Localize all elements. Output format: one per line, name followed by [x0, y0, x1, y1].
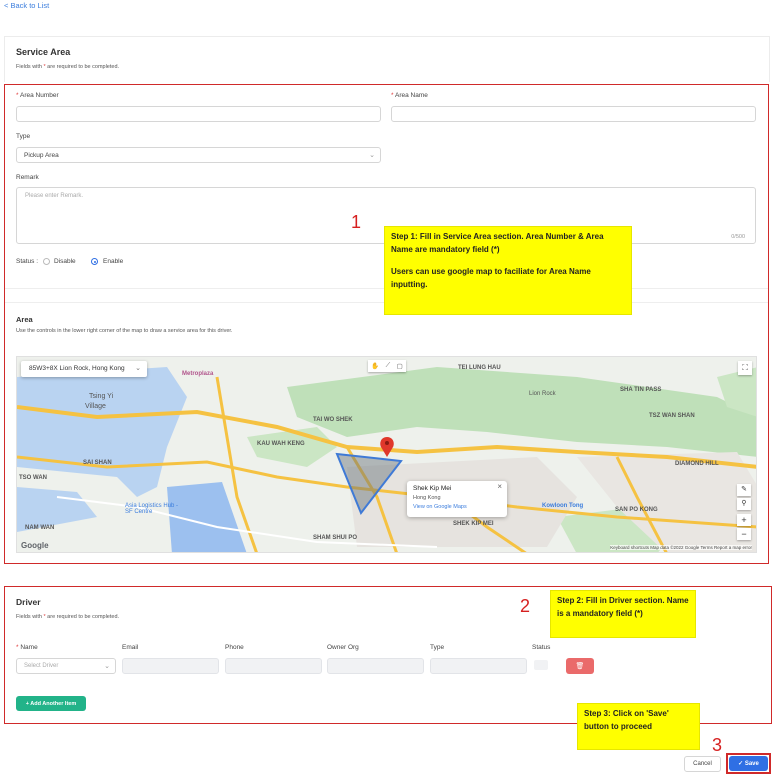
map-label: TSZ WAN SHAN — [649, 413, 695, 419]
driver-email-field — [122, 658, 219, 674]
map-label: SAI SHAN — [83, 460, 112, 466]
popup-title: Shek Kip Mei — [413, 485, 452, 492]
area-number-label: * Area Number — [16, 92, 59, 99]
fullscreen-icon[interactable]: ⛶ — [738, 361, 752, 375]
delete-driver-button[interactable]: 🗑 — [566, 658, 594, 674]
square-icon[interactable]: ▢ — [397, 362, 403, 370]
driver-subtitle: Fields with * are required to be complet… — [16, 614, 120, 620]
map-label: SHEK KIP MEI — [453, 521, 494, 527]
map-label: Metroplaza — [182, 371, 214, 377]
save-button[interactable]: ✓ Save — [729, 756, 768, 771]
polygon-icon[interactable]: ⟋ — [386, 362, 391, 370]
step1-number: 1 — [351, 212, 362, 232]
location-select-value: 85W3+8X Lion Rock, Hong Kong — [29, 365, 125, 372]
pencil-icon[interactable]: ✎ — [737, 484, 751, 496]
status-enable-radio[interactable] — [91, 258, 98, 265]
map-label: Tsing Yi — [89, 393, 114, 400]
type-select[interactable]: Pickup Area ⌄ — [16, 147, 381, 163]
map-label: SHA TIN PASS — [620, 387, 662, 393]
map-label: Lion Rock — [529, 391, 556, 397]
map-label: Asia Logistics Hub - SF Centre — [125, 503, 179, 515]
location-select[interactable]: 85W3+8X Lion Rock, Hong Kong ⌄ — [21, 361, 147, 377]
map-label: KAU WAH KENG — [257, 441, 305, 447]
step1-line2: Users can use google map to faciliate fo… — [391, 267, 591, 289]
area-number-input[interactable] — [16, 106, 381, 122]
step1-callout: Step 1: Fill in Service Area section. Ar… — [384, 226, 632, 315]
column-owner-org: Owner Org — [327, 644, 359, 651]
column-name: * Name — [16, 644, 38, 651]
driver-name-placeholder: Select Driver — [24, 663, 59, 669]
map-label: Village — [85, 403, 106, 410]
step2-number: 2 — [520, 596, 531, 616]
driver-phone-field — [225, 658, 322, 674]
remark-placeholder: Please enter Remark. — [25, 193, 84, 199]
status-disable-radio[interactable] — [43, 258, 50, 265]
area-name-label: * Area Name — [391, 92, 428, 99]
column-email: Email — [122, 644, 139, 651]
status-enable-label: Enable — [103, 258, 124, 265]
map-label: TAI WO SHEK — [313, 417, 353, 423]
trash-icon: 🗑 — [575, 663, 585, 670]
service-area-title: Service Area — [16, 47, 71, 57]
service-area-header: Service Area Fields with * are required … — [4, 36, 770, 82]
remark-counter: 0/500 — [731, 234, 745, 240]
step1-line1: Step 1: Fill in Service Area section. Ar… — [391, 232, 604, 254]
map-label: DIAMOND HILL — [675, 461, 719, 467]
add-another-item-button[interactable]: + Add Another Item — [16, 696, 86, 711]
view-on-google-maps-link[interactable]: View on Google Maps — [413, 504, 467, 510]
step2-callout: Step 2: Fill in Driver section. Name is … — [550, 590, 696, 638]
type-label: Type — [16, 133, 31, 140]
column-phone: Phone — [225, 644, 244, 651]
google-logo: Google — [21, 541, 49, 550]
zoom-out-icon[interactable]: − — [737, 528, 751, 540]
status-disable-label: Disable — [54, 258, 76, 265]
status-label: Status : — [16, 258, 39, 265]
driver-title: Driver — [16, 597, 41, 607]
area-subtitle: Use the controls in the lower right corn… — [16, 328, 233, 334]
google-map[interactable]: TEI LUNG HAU Tsing Yi Village Metroplaza… — [16, 356, 757, 553]
driver-status-toggle — [534, 660, 548, 670]
zoom-in-icon[interactable]: + — [737, 514, 751, 526]
person-icon[interactable]: ⚲ — [737, 498, 751, 510]
column-status: Status — [532, 644, 551, 651]
service-area-subtitle: Fields with * are required to be complet… — [16, 64, 120, 70]
cancel-button[interactable]: Cancel — [684, 756, 721, 772]
popup-subtitle: Hong Kong — [413, 495, 441, 501]
map-label: TSO WAN — [19, 475, 47, 481]
remark-label: Remark — [16, 174, 39, 181]
chevron-down-icon: ⌄ — [104, 663, 110, 670]
map-attribution: Keyboard shortcuts Map data ©2022 Google… — [610, 545, 752, 550]
hand-icon[interactable]: ✋ — [371, 362, 379, 370]
driver-name-select[interactable]: Select Driver ⌄ — [16, 658, 116, 674]
back-to-list-link[interactable]: < Back to List — [4, 1, 49, 10]
chevron-down-icon: ⌄ — [369, 152, 375, 159]
driver-type-field — [430, 658, 527, 674]
map-label: NAM WAN — [25, 525, 55, 531]
map-label: SAN PO KONG — [615, 507, 658, 513]
drawing-toolbar: ✋ ⟋ ▢ — [368, 360, 406, 372]
driver-owner-org-field — [327, 658, 424, 674]
column-type: Type — [430, 644, 445, 651]
area-title: Area — [16, 315, 33, 324]
step3-number: 3 — [712, 735, 723, 755]
chevron-down-icon: ⌄ — [135, 365, 141, 372]
area-name-input[interactable] — [391, 106, 756, 122]
place-popup: Shek Kip Mei Hong Kong View on Google Ma… — [407, 481, 507, 517]
type-select-value: Pickup Area — [24, 152, 59, 159]
map-label: Kowloon Tong — [542, 503, 584, 509]
close-icon[interactable]: × — [497, 482, 502, 491]
map-label: TEI LUNG HAU — [458, 365, 501, 371]
step3-callout: Step 3: Click on 'Save' button to procee… — [577, 703, 700, 750]
map-label: SHAM SHUI PO — [313, 535, 358, 541]
